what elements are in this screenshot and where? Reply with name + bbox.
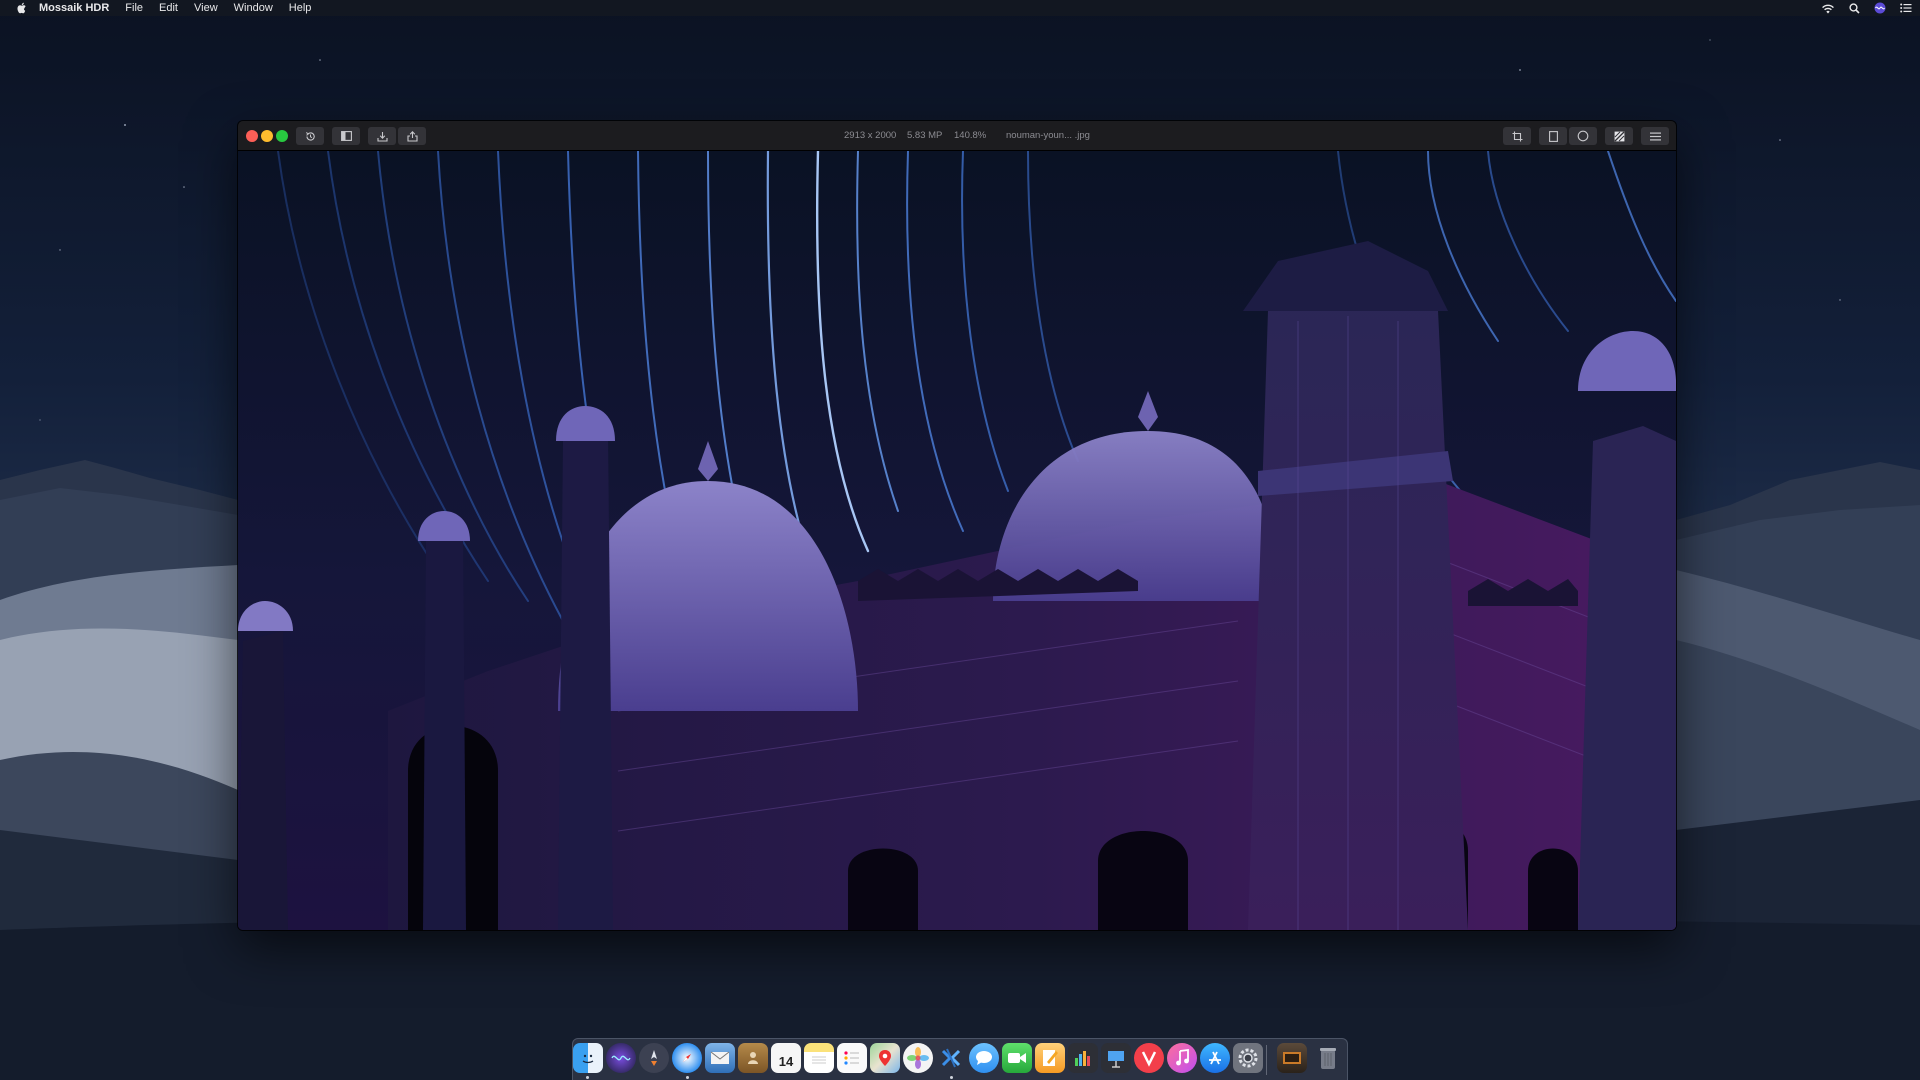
- messages-icon[interactable]: [969, 1043, 999, 1073]
- downloads-stack-icon[interactable]: [1277, 1043, 1307, 1073]
- import-icon: [376, 131, 388, 142]
- menu-edit[interactable]: Edit: [159, 2, 178, 14]
- frame-icon: [1548, 130, 1558, 142]
- crop-icon: [1512, 131, 1523, 142]
- image-canvas[interactable]: [238, 151, 1676, 930]
- compare-button[interactable]: [1605, 127, 1633, 145]
- compare-icon: [1614, 131, 1625, 142]
- photos-icon[interactable]: [903, 1043, 933, 1073]
- dock-separator: [1266, 1045, 1267, 1075]
- crop-button[interactable]: [1503, 127, 1531, 145]
- circle-icon: [1577, 130, 1589, 142]
- close-window-button[interactable]: [246, 130, 258, 142]
- window-toolbar: 2913 x 2000 5.83 MP 140.8% nouman-youn..…: [238, 121, 1676, 151]
- pages-icon[interactable]: [1035, 1043, 1065, 1073]
- share-button[interactable]: [398, 127, 426, 145]
- zoom-level: 140.8%: [954, 130, 987, 141]
- keynote-icon[interactable]: [1101, 1043, 1131, 1073]
- maps-icon[interactable]: [870, 1043, 900, 1073]
- mail-icon[interactable]: [705, 1043, 735, 1073]
- menu-bar: Mossaik HDR File Edit View Window Help: [0, 0, 1920, 16]
- apple-menu-icon[interactable]: [14, 2, 30, 14]
- finder-icon[interactable]: [573, 1043, 603, 1073]
- minimize-window-button[interactable]: [261, 130, 273, 142]
- share-icon: [406, 130, 418, 142]
- import-button[interactable]: [368, 127, 396, 145]
- contacts-icon[interactable]: [738, 1043, 768, 1073]
- mossaik-hdr-icon[interactable]: [936, 1043, 966, 1073]
- running-indicator: [586, 1076, 589, 1079]
- menu-help[interactable]: Help: [289, 2, 312, 14]
- siri-icon[interactable]: [1874, 2, 1886, 14]
- more-menu-button[interactable]: [1641, 127, 1669, 145]
- calendar-icon[interactable]: 14: [771, 1043, 801, 1073]
- history-icon: [305, 131, 316, 142]
- running-indicator: [686, 1076, 689, 1079]
- itunes-icon[interactable]: [1167, 1043, 1197, 1073]
- menu-window[interactable]: Window: [234, 2, 273, 14]
- facetime-icon[interactable]: [1002, 1043, 1032, 1073]
- radial-mask-button[interactable]: [1569, 127, 1597, 145]
- notes-icon[interactable]: [804, 1043, 834, 1073]
- dock: 14: [572, 1038, 1348, 1080]
- sidebar-icon: [340, 131, 352, 141]
- spotlight-search-icon[interactable]: [1849, 2, 1860, 14]
- zoom-window-button[interactable]: [276, 130, 288, 142]
- siri-icon[interactable]: [606, 1043, 636, 1073]
- reminders-icon[interactable]: [837, 1043, 867, 1073]
- mosque-star-trail-photo: [238, 151, 1676, 930]
- system-preferences-icon[interactable]: [1233, 1043, 1263, 1073]
- menu-app-name[interactable]: Mossaik HDR: [39, 2, 109, 14]
- menu-file[interactable]: File: [125, 2, 143, 14]
- numbers-icon[interactable]: [1068, 1043, 1098, 1073]
- news-icon[interactable]: [1134, 1043, 1164, 1073]
- history-button[interactable]: [296, 127, 324, 145]
- notification-center-icon[interactable]: [1900, 3, 1912, 13]
- app-store-icon[interactable]: [1200, 1043, 1230, 1073]
- image-dimensions: 2913 x 2000: [844, 130, 897, 141]
- launchpad-icon[interactable]: [639, 1043, 669, 1073]
- calendar-date: 14: [778, 1053, 794, 1069]
- safari-icon[interactable]: [672, 1043, 702, 1073]
- menu-extras: [1821, 0, 1912, 16]
- sidebar-toggle-button[interactable]: [332, 127, 360, 145]
- running-indicator: [950, 1076, 953, 1079]
- mossaik-hdr-window: 2913 x 2000 5.83 MP 140.8% nouman-youn..…: [238, 121, 1676, 930]
- menu-view[interactable]: View: [194, 2, 218, 14]
- image-megapixels: 5.83 MP: [907, 130, 943, 141]
- image-filename: nouman-youn... .jpg: [1006, 130, 1090, 141]
- menu-icon: [1649, 132, 1661, 141]
- trash-icon[interactable]: [1313, 1043, 1343, 1073]
- wifi-icon[interactable]: [1821, 3, 1835, 14]
- frame-button[interactable]: [1539, 127, 1567, 145]
